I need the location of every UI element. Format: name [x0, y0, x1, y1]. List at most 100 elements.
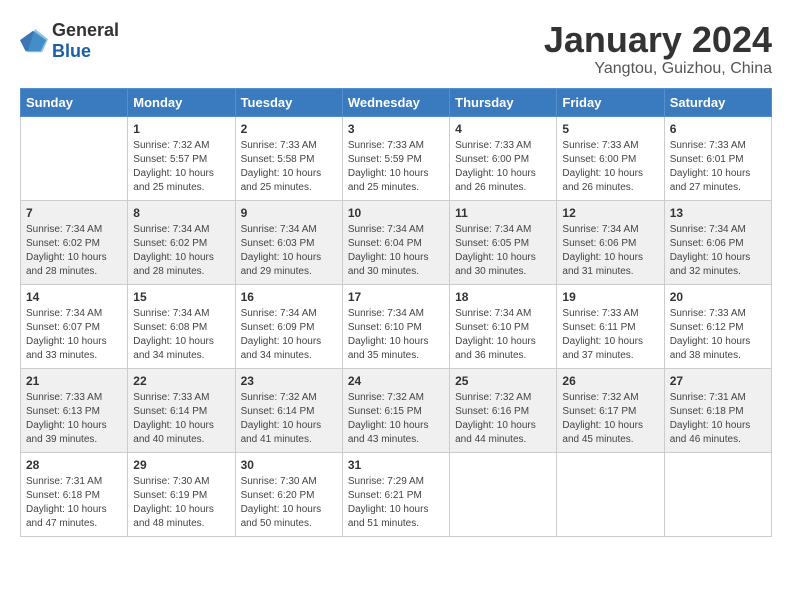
day-info: Sunrise: 7:34 AMSunset: 6:10 PMDaylight:…	[348, 307, 444, 363]
day-number: 23	[241, 374, 337, 388]
day-number: 28	[26, 458, 122, 472]
weekday-header-thursday: Thursday	[450, 88, 557, 116]
day-info: Sunrise: 7:33 AMSunset: 5:58 PMDaylight:…	[241, 139, 337, 195]
location-title: Yangtou, Guizhou, China	[544, 60, 772, 78]
day-number: 27	[670, 374, 766, 388]
day-info: Sunrise: 7:32 AMSunset: 6:16 PMDaylight:…	[455, 391, 551, 447]
day-info: Sunrise: 7:30 AMSunset: 6:19 PMDaylight:…	[133, 475, 229, 531]
day-info: Sunrise: 7:34 AMSunset: 6:06 PMDaylight:…	[562, 223, 658, 279]
day-number: 7	[26, 206, 122, 220]
weekday-header-tuesday: Tuesday	[235, 88, 342, 116]
calendar-cell: 5Sunrise: 7:33 AMSunset: 6:00 PMDaylight…	[557, 116, 664, 200]
calendar-week-row: 28 Sunrise: 7:31 AMSunset: 6:18 PMDayligh…	[21, 452, 772, 536]
calendar-cell: 10Sunrise: 7:34 AMSunset: 6:04 PMDayligh…	[342, 200, 449, 284]
day-number: 18	[455, 290, 551, 304]
day-number: 1	[133, 122, 229, 136]
month-title: January 2024	[544, 20, 772, 60]
logo-blue: Blue	[52, 41, 91, 61]
calendar-cell: 25 Sunrise: 7:32 AMSunset: 6:16 PMDayligh…	[450, 368, 557, 452]
day-number: 6	[670, 122, 766, 136]
day-number: 21	[26, 374, 122, 388]
day-number: 14	[26, 290, 122, 304]
day-info: Sunrise: 7:34 AMSunset: 6:08 PMDaylight:…	[133, 307, 229, 363]
calendar-cell: 19 Sunrise: 7:33 AMSunset: 6:11 PMDayligh…	[557, 284, 664, 368]
calendar-cell	[450, 452, 557, 536]
day-number: 4	[455, 122, 551, 136]
day-number: 5	[562, 122, 658, 136]
day-info: Sunrise: 7:34 AMSunset: 6:07 PMDaylight:…	[26, 307, 122, 363]
calendar-header: SundayMondayTuesdayWednesdayThursdayFrid…	[21, 88, 772, 116]
calendar-cell: 3 Sunrise: 7:33 AMSunset: 5:59 PMDaylight…	[342, 116, 449, 200]
calendar-cell: 21 Sunrise: 7:33 AMSunset: 6:13 PMDayligh…	[21, 368, 128, 452]
calendar-cell: 30 Sunrise: 7:30 AMSunset: 6:20 PMDayligh…	[235, 452, 342, 536]
calendar-cell: 15 Sunrise: 7:34 AMSunset: 6:08 PMDayligh…	[128, 284, 235, 368]
title-block: January 2024 Yangtou, Guizhou, China	[544, 20, 772, 78]
calendar-cell: 13 Sunrise: 7:34 AMSunset: 6:06 PMDayligh…	[664, 200, 771, 284]
logo-general: General	[52, 20, 119, 40]
calendar-cell: 7 Sunrise: 7:34 AMSunset: 6:02 PMDaylight…	[21, 200, 128, 284]
calendar-week-row: 14 Sunrise: 7:34 AMSunset: 6:07 PMDayligh…	[21, 284, 772, 368]
day-info: Sunrise: 7:29 AMSunset: 6:21 PMDaylight:…	[348, 475, 444, 531]
day-number: 3	[348, 122, 444, 136]
calendar-cell	[664, 452, 771, 536]
day-number: 25	[455, 374, 551, 388]
day-number: 24	[348, 374, 444, 388]
day-number: 16	[241, 290, 337, 304]
day-number: 8	[133, 206, 229, 220]
calendar-cell: 29 Sunrise: 7:30 AMSunset: 6:19 PMDayligh…	[128, 452, 235, 536]
day-info: Sunrise: 7:34 AMSunset: 6:02 PMDaylight:…	[26, 223, 122, 279]
day-number: 29	[133, 458, 229, 472]
calendar-cell: 24 Sunrise: 7:32 AMSunset: 6:15 PMDayligh…	[342, 368, 449, 452]
calendar-cell: 2 Sunrise: 7:33 AMSunset: 5:58 PMDaylight…	[235, 116, 342, 200]
day-info: Sunrise: 7:34 AMSunset: 6:10 PMDaylight:…	[455, 307, 551, 363]
day-info: Sunrise: 7:32 AMSunset: 6:17 PMDaylight:…	[562, 391, 658, 447]
weekday-header-monday: Monday	[128, 88, 235, 116]
day-number: 9	[241, 206, 337, 220]
calendar-cell: 12Sunrise: 7:34 AMSunset: 6:06 PMDayligh…	[557, 200, 664, 284]
calendar-cell: 11Sunrise: 7:34 AMSunset: 6:05 PMDayligh…	[450, 200, 557, 284]
calendar-body: 1 Sunrise: 7:32 AMSunset: 5:57 PMDaylight…	[21, 116, 772, 536]
day-number: 13	[670, 206, 766, 220]
calendar-cell: 22Sunrise: 7:33 AMSunset: 6:14 PMDayligh…	[128, 368, 235, 452]
day-info: Sunrise: 7:30 AMSunset: 6:20 PMDaylight:…	[241, 475, 337, 531]
calendar-cell: 4Sunrise: 7:33 AMSunset: 6:00 PMDaylight…	[450, 116, 557, 200]
calendar-cell: 27 Sunrise: 7:31 AMSunset: 6:18 PMDayligh…	[664, 368, 771, 452]
weekday-header-row: SundayMondayTuesdayWednesdayThursdayFrid…	[21, 88, 772, 116]
day-info: Sunrise: 7:34 AMSunset: 6:06 PMDaylight:…	[670, 223, 766, 279]
day-info: Sunrise: 7:32 AMSunset: 5:57 PMDaylight:…	[133, 139, 229, 195]
calendar-cell: 17Sunrise: 7:34 AMSunset: 6:10 PMDayligh…	[342, 284, 449, 368]
day-number: 20	[670, 290, 766, 304]
day-number: 2	[241, 122, 337, 136]
day-info: Sunrise: 7:34 AMSunset: 6:04 PMDaylight:…	[348, 223, 444, 279]
day-info: Sunrise: 7:32 AMSunset: 6:15 PMDaylight:…	[348, 391, 444, 447]
calendar-cell: 9 Sunrise: 7:34 AMSunset: 6:03 PMDaylight…	[235, 200, 342, 284]
day-info: Sunrise: 7:34 AMSunset: 6:03 PMDaylight:…	[241, 223, 337, 279]
day-number: 11	[455, 206, 551, 220]
day-info: Sunrise: 7:34 AMSunset: 6:02 PMDaylight:…	[133, 223, 229, 279]
day-info: Sunrise: 7:33 AMSunset: 6:13 PMDaylight:…	[26, 391, 122, 447]
calendar-cell: 8 Sunrise: 7:34 AMSunset: 6:02 PMDaylight…	[128, 200, 235, 284]
day-info: Sunrise: 7:33 AMSunset: 6:12 PMDaylight:…	[670, 307, 766, 363]
weekday-header-saturday: Saturday	[664, 88, 771, 116]
day-number: 19	[562, 290, 658, 304]
calendar-cell: 6Sunrise: 7:33 AMSunset: 6:01 PMDaylight…	[664, 116, 771, 200]
day-info: Sunrise: 7:33 AMSunset: 5:59 PMDaylight:…	[348, 139, 444, 195]
logo-icon	[20, 27, 48, 55]
day-number: 31	[348, 458, 444, 472]
day-number: 15	[133, 290, 229, 304]
day-info: Sunrise: 7:31 AMSunset: 6:18 PMDaylight:…	[670, 391, 766, 447]
day-info: Sunrise: 7:33 AMSunset: 6:11 PMDaylight:…	[562, 307, 658, 363]
day-number: 26	[562, 374, 658, 388]
calendar-table: SundayMondayTuesdayWednesdayThursdayFrid…	[20, 88, 772, 537]
weekday-header-friday: Friday	[557, 88, 664, 116]
day-info: Sunrise: 7:31 AMSunset: 6:18 PMDaylight:…	[26, 475, 122, 531]
calendar-cell: 18 Sunrise: 7:34 AMSunset: 6:10 PMDayligh…	[450, 284, 557, 368]
page-header: General Blue January 2024 Yangtou, Guizh…	[20, 20, 772, 78]
calendar-cell: 20 Sunrise: 7:33 AMSunset: 6:12 PMDayligh…	[664, 284, 771, 368]
calendar-cell: 16 Sunrise: 7:34 AMSunset: 6:09 PMDayligh…	[235, 284, 342, 368]
calendar-cell	[557, 452, 664, 536]
calendar-cell: 26 Sunrise: 7:32 AMSunset: 6:17 PMDayligh…	[557, 368, 664, 452]
day-number: 30	[241, 458, 337, 472]
calendar-week-row: 1 Sunrise: 7:32 AMSunset: 5:57 PMDaylight…	[21, 116, 772, 200]
day-info: Sunrise: 7:34 AMSunset: 6:09 PMDaylight:…	[241, 307, 337, 363]
